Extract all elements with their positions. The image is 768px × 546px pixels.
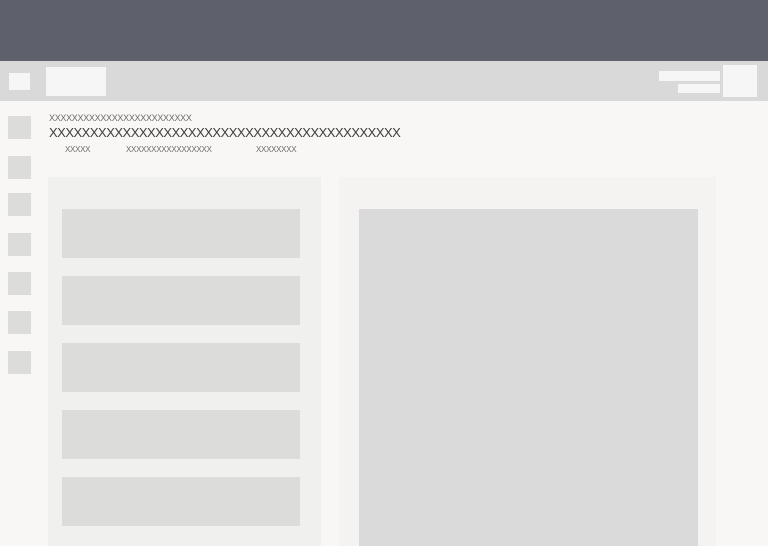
rail-item-4[interactable]: [8, 233, 31, 256]
rail-item-7[interactable]: [8, 351, 31, 374]
list-item-1[interactable]: [62, 209, 300, 258]
list-item-3[interactable]: [62, 343, 300, 392]
top-toolbar: [0, 61, 768, 101]
page-title: XXXXXXXXXXXXXXXXXXXXXXXXXXXXXXXXXXXXXXXX…: [49, 125, 401, 140]
menu-icon[interactable]: [9, 73, 30, 90]
meta-item-2: XXXXXXXXXXXXXXXXX: [126, 145, 212, 154]
list-panel: [48, 177, 321, 546]
rail-item-1[interactable]: [8, 116, 31, 139]
window-title-bar: [0, 0, 768, 61]
list-item-4[interactable]: [62, 410, 300, 459]
breadcrumb[interactable]: XXXXXXXXXXXXXXXXXXXXXXXXX: [49, 113, 192, 123]
user-name-placeholder: [659, 71, 720, 81]
avatar[interactable]: [723, 65, 757, 97]
detail-panel: [339, 177, 716, 546]
rail-item-2[interactable]: [8, 156, 31, 179]
rail-item-5[interactable]: [8, 272, 31, 295]
list-item-5[interactable]: [62, 477, 300, 526]
meta-item-3: XXXXXXXX: [256, 145, 297, 154]
app-logo[interactable]: [46, 67, 106, 96]
detail-preview: [359, 209, 698, 546]
rail-item-3[interactable]: [8, 193, 31, 216]
meta-item-1: XXXXX: [65, 145, 91, 154]
rail-item-6[interactable]: [8, 311, 31, 334]
list-item-2[interactable]: [62, 276, 300, 325]
user-role-placeholder: [678, 84, 720, 93]
